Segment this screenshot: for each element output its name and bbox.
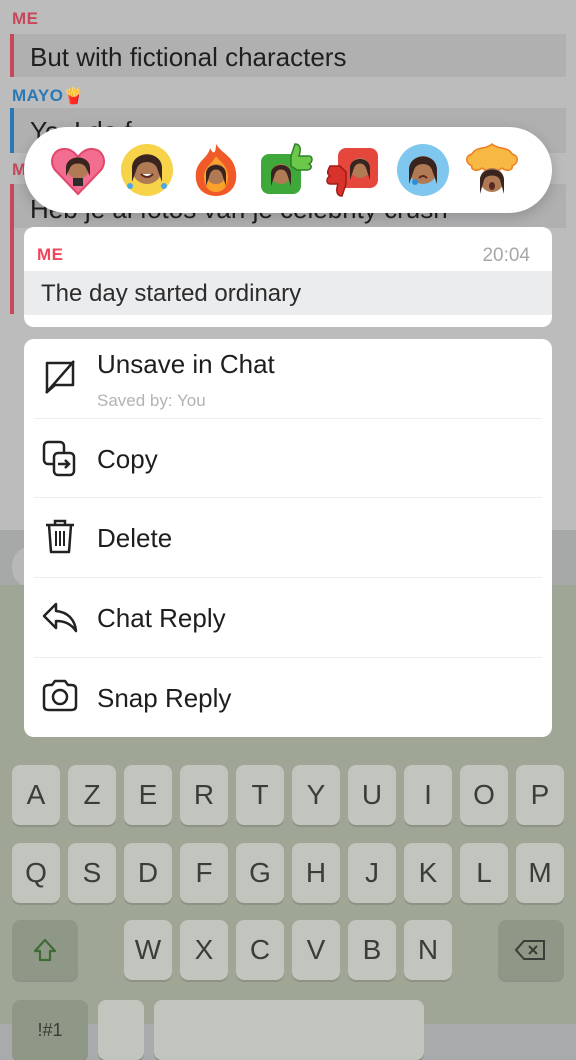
key-m[interactable]: M — [516, 843, 564, 903]
key-c[interactable]: C — [236, 920, 284, 980]
menu-item-label: Delete — [97, 523, 173, 553]
key-p[interactable]: P — [516, 765, 564, 825]
unsave-in-chat-button[interactable]: Unsave in Chat Saved by: You — [24, 339, 552, 419]
bitmoji-thumbs-down-icon[interactable] — [326, 142, 382, 198]
fries-emoji-icon: 🍟 — [63, 88, 84, 105]
key-k[interactable]: K — [404, 843, 452, 903]
message-sender: ME — [12, 9, 39, 28]
key-y[interactable]: Y — [292, 765, 340, 825]
snap-reply-button[interactable]: Snap Reply — [24, 658, 552, 737]
key-s[interactable]: S — [68, 843, 116, 903]
key-t[interactable]: T — [236, 765, 284, 825]
key-d[interactable]: D — [124, 843, 172, 903]
key-w[interactable]: W — [124, 920, 172, 980]
backspace-key[interactable] — [498, 920, 564, 980]
bitmoji-fire-icon[interactable] — [188, 142, 244, 198]
trash-icon — [46, 519, 74, 554]
reaction-bar — [24, 127, 552, 213]
space-key[interactable] — [154, 1000, 424, 1060]
key-h[interactable]: H — [292, 843, 340, 903]
shift-icon — [33, 938, 57, 962]
menu-item-label: Chat Reply — [97, 603, 226, 633]
key-l[interactable]: L — [460, 843, 508, 903]
key-u[interactable]: U — [348, 765, 396, 825]
bitmoji-mind-blown-icon[interactable] — [464, 142, 520, 198]
chat-reply-button[interactable]: Chat Reply — [24, 578, 552, 657]
delete-button[interactable]: Delete — [24, 498, 552, 577]
bitmoji-crying-icon[interactable] — [395, 142, 451, 198]
key-i[interactable]: I — [404, 765, 452, 825]
key-a[interactable]: A — [12, 765, 60, 825]
key-r[interactable]: R — [180, 765, 228, 825]
preview-sender: ME — [37, 245, 64, 264]
preview-text: The day started ordinary — [41, 280, 302, 307]
shift-key[interactable] — [12, 920, 78, 980]
message-preview: ME 20:04 The day started ordinary — [24, 227, 552, 327]
key-v[interactable]: V — [292, 920, 340, 980]
bitmoji-laughing-tears-icon[interactable] — [119, 142, 175, 198]
unsave-icon — [45, 360, 75, 394]
key-q[interactable]: Q — [12, 843, 60, 903]
symbols-key[interactable]: !#1 — [12, 1000, 88, 1060]
key-g[interactable]: G — [236, 843, 284, 903]
key-b[interactable]: B — [348, 920, 396, 980]
bitmoji-thumbs-up-icon[interactable] — [257, 142, 313, 198]
camera-icon — [42, 679, 78, 712]
copy-button[interactable]: Copy — [24, 419, 552, 498]
message-text: But with fictional characters — [30, 42, 347, 72]
copy-icon — [42, 440, 76, 477]
preview-timestamp: 20:04 — [482, 245, 530, 266]
reply-arrow-icon — [42, 602, 78, 633]
message-action-menu: Unsave in Chat Saved by: You Copy Delete… — [24, 339, 552, 737]
menu-item-label: Unsave in Chat — [97, 349, 275, 379]
menu-item-label: Copy — [97, 444, 158, 474]
key-j[interactable]: J — [348, 843, 396, 903]
key-f[interactable]: F — [180, 843, 228, 903]
key-x[interactable]: X — [180, 920, 228, 980]
saved-by-label: Saved by: You — [97, 391, 206, 410]
key-o[interactable]: O — [460, 765, 508, 825]
message-sender: MAYO🍟 — [12, 86, 84, 106]
menu-item-label: Snap Reply — [97, 683, 232, 713]
key-e[interactable]: E — [124, 765, 172, 825]
bitmoji-heart-icon[interactable] — [50, 142, 106, 198]
backspace-icon — [514, 940, 545, 960]
sender-name: MAYO — [12, 86, 64, 105]
key-n[interactable]: N — [404, 920, 452, 980]
key-z[interactable]: Z — [68, 765, 116, 825]
comma-key[interactable] — [98, 1000, 144, 1060]
